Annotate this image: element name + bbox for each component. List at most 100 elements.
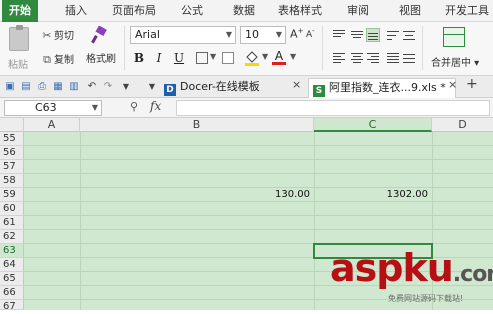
menu-bar: 开始 插入 页面布局 公式 数据 表格样式 审阅 视图 开发工具 [0,0,493,22]
name-box[interactable]: C63 ▼ [4,100,102,116]
redo-icon[interactable]: ↷ [102,81,114,93]
tab-insert[interactable]: 插入 [58,0,94,22]
fill-color-icon[interactable] [244,50,260,66]
cell-c59[interactable]: 1302.00 [314,188,428,202]
tab-formulas[interactable]: 公式 [174,0,210,22]
row-header-63[interactable]: 63 [0,244,24,258]
align-middle-icon[interactable] [350,28,364,42]
zoom-icon[interactable]: ⚲ [130,100,138,113]
underline-button[interactable]: U [172,50,186,66]
scissors-icon: ✂ [42,29,52,42]
row-header-60[interactable]: 60 [0,202,24,216]
tab-docer-label: Docer-在线模板 [180,80,260,93]
copy-button[interactable]: ⧉ 复制 [40,52,74,68]
row-header-67[interactable]: 67 [0,300,24,312]
chevron-down-icon[interactable]: ▼ [290,52,296,61]
ribbon: 粘贴 ✂ 剪切 ⧉ 复制 格式刷 Arial ▼ 10 ▼ A+ A- B I U … [0,22,493,76]
shrink-text-icon[interactable] [402,28,416,42]
merge-center-label: 合并居中 ▾ [431,58,480,69]
watermark-tagline: 免费网站源码下载站! [388,294,464,303]
tab-data[interactable]: 数据 [226,0,262,22]
borders-icon[interactable] [196,52,208,64]
row-header-56[interactable]: 56 [0,146,24,160]
separator [322,26,323,70]
row-header-59[interactable]: 59 [0,188,24,202]
copy-label: 复制 [54,55,74,66]
chevron-down-icon[interactable]: ▼ [120,81,132,93]
align-bottom-icon[interactable] [366,28,380,42]
paste-label: 粘贴 [8,60,28,71]
fx-icon[interactable]: fx [150,99,161,113]
row-header-65[interactable]: 65 [0,272,24,286]
tab-developer[interactable]: 开发工具 [442,0,492,22]
chevron-down-icon[interactable]: ▼ [210,52,216,61]
separator [422,26,423,70]
decrease-font-icon[interactable]: A- [306,27,315,40]
spreadsheet-icon: S [313,85,325,97]
column-header-row: A B C D [0,118,493,132]
row-header-58[interactable]: 58 [0,174,24,188]
increase-font-icon[interactable]: A+ [290,27,303,41]
justify-icon[interactable] [386,51,400,65]
row-header-55[interactable]: 55 [0,132,24,146]
clipboard-icon [9,25,29,51]
font-size-value: 10 [245,28,259,41]
chevron-down-icon: ▼ [225,30,232,39]
format-painter-button[interactable]: 格式刷 [86,52,116,68]
tab-view[interactable]: 视图 [392,0,428,22]
gridline [24,145,493,146]
row-header-61[interactable]: 61 [0,216,24,230]
paintbrush-icon[interactable] [90,25,108,44]
select-all-corner[interactable] [0,118,24,132]
folder-icon[interactable]: ▣ [4,81,16,93]
undo-icon[interactable]: ↶ [86,81,98,93]
font-name-select[interactable]: Arial ▼ [130,26,236,44]
close-icon[interactable]: × [292,78,301,91]
copy-icon: ⧉ [43,53,51,66]
tab-docer-templates[interactable]: D Docer-在线模板 [160,78,302,98]
chevron-down-icon: ▼ [91,103,98,112]
tab-review[interactable]: 审阅 [340,0,376,22]
cell-style-icon[interactable] [222,52,234,64]
gridline [24,215,493,216]
italic-button[interactable]: I [152,50,166,66]
add-tab-button[interactable]: + [466,76,478,92]
chevron-down-icon[interactable]: ▼ [146,81,158,93]
column-header-a[interactable]: A [24,118,80,132]
cut-button[interactable]: ✂ 剪切 [40,28,74,44]
gridline [24,159,493,160]
merge-center-button[interactable]: 合并居中 ▾ [428,25,480,71]
save-icon[interactable]: ▤ [20,81,32,93]
row-header-66[interactable]: 66 [0,286,24,300]
align-right-icon[interactable] [366,51,380,65]
name-box-value: C63 [35,101,57,114]
tab-home[interactable]: 开始 [2,0,38,22]
tab-page-layout[interactable]: 页面布局 [110,0,158,22]
chevron-down-icon[interactable]: ▼ [262,52,268,61]
tab-table-style[interactable]: 表格样式 [276,0,324,22]
column-header-c[interactable]: C [314,118,432,132]
paste-button[interactable]: 粘贴 [4,25,34,71]
close-icon[interactable]: × [448,78,457,91]
tab-spreadsheet-file[interactable]: S 阿里指数_连衣...9.xls * [308,78,456,98]
font-size-select[interactable]: 10 ▼ [240,26,286,44]
align-top-icon[interactable] [332,28,346,42]
row-header-64[interactable]: 64 [0,258,24,272]
row-header-57[interactable]: 57 [0,160,24,174]
cell-b59[interactable]: 130.00 [80,188,310,202]
align-center-icon[interactable] [350,51,364,65]
row-header-62[interactable]: 62 [0,230,24,244]
print-preview-icon[interactable]: ▦ [52,81,64,93]
gridline [24,173,493,174]
print-icon[interactable]: ⎙ [36,81,48,93]
formula-input[interactable] [176,100,490,116]
distributed-icon[interactable] [402,51,416,65]
bold-button[interactable]: B [132,50,146,66]
column-header-d[interactable]: D [432,118,493,132]
export-icon[interactable]: ▥ [68,81,80,93]
font-color-icon[interactable]: A [272,49,286,67]
column-header-b[interactable]: B [80,118,314,132]
wrap-text-icon[interactable] [386,28,400,42]
separator [124,26,125,70]
align-left-icon[interactable] [332,51,346,65]
